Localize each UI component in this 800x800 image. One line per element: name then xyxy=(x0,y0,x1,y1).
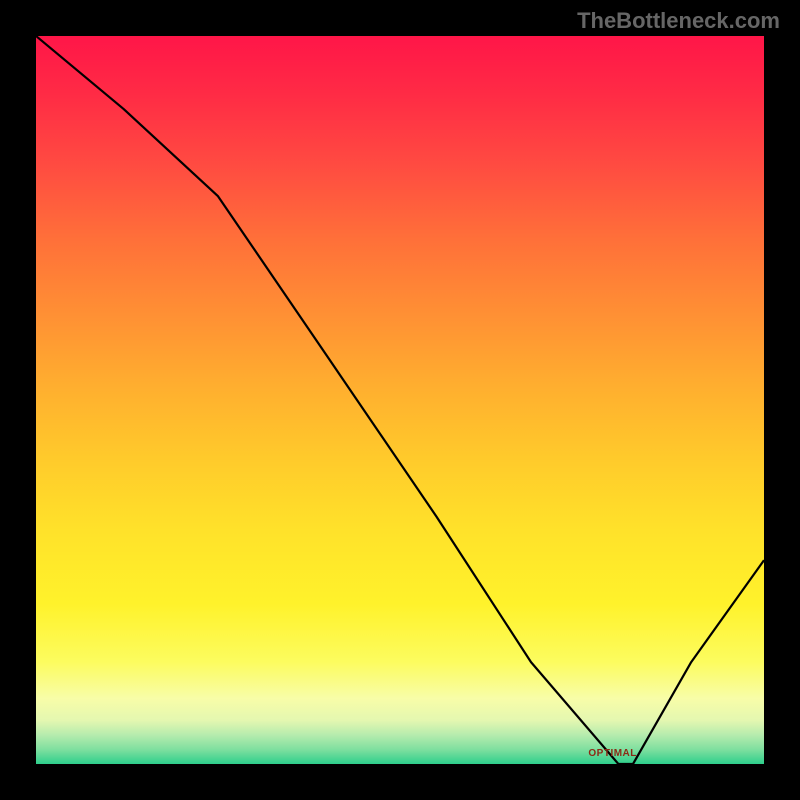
chart-plot-area: OPTIMAL xyxy=(36,36,764,764)
chart-line-svg xyxy=(36,36,764,764)
bottleneck-curve-line xyxy=(36,36,764,764)
optimal-zone-label: OPTIMAL xyxy=(588,748,637,759)
watermark-text: TheBottleneck.com xyxy=(577,8,780,34)
